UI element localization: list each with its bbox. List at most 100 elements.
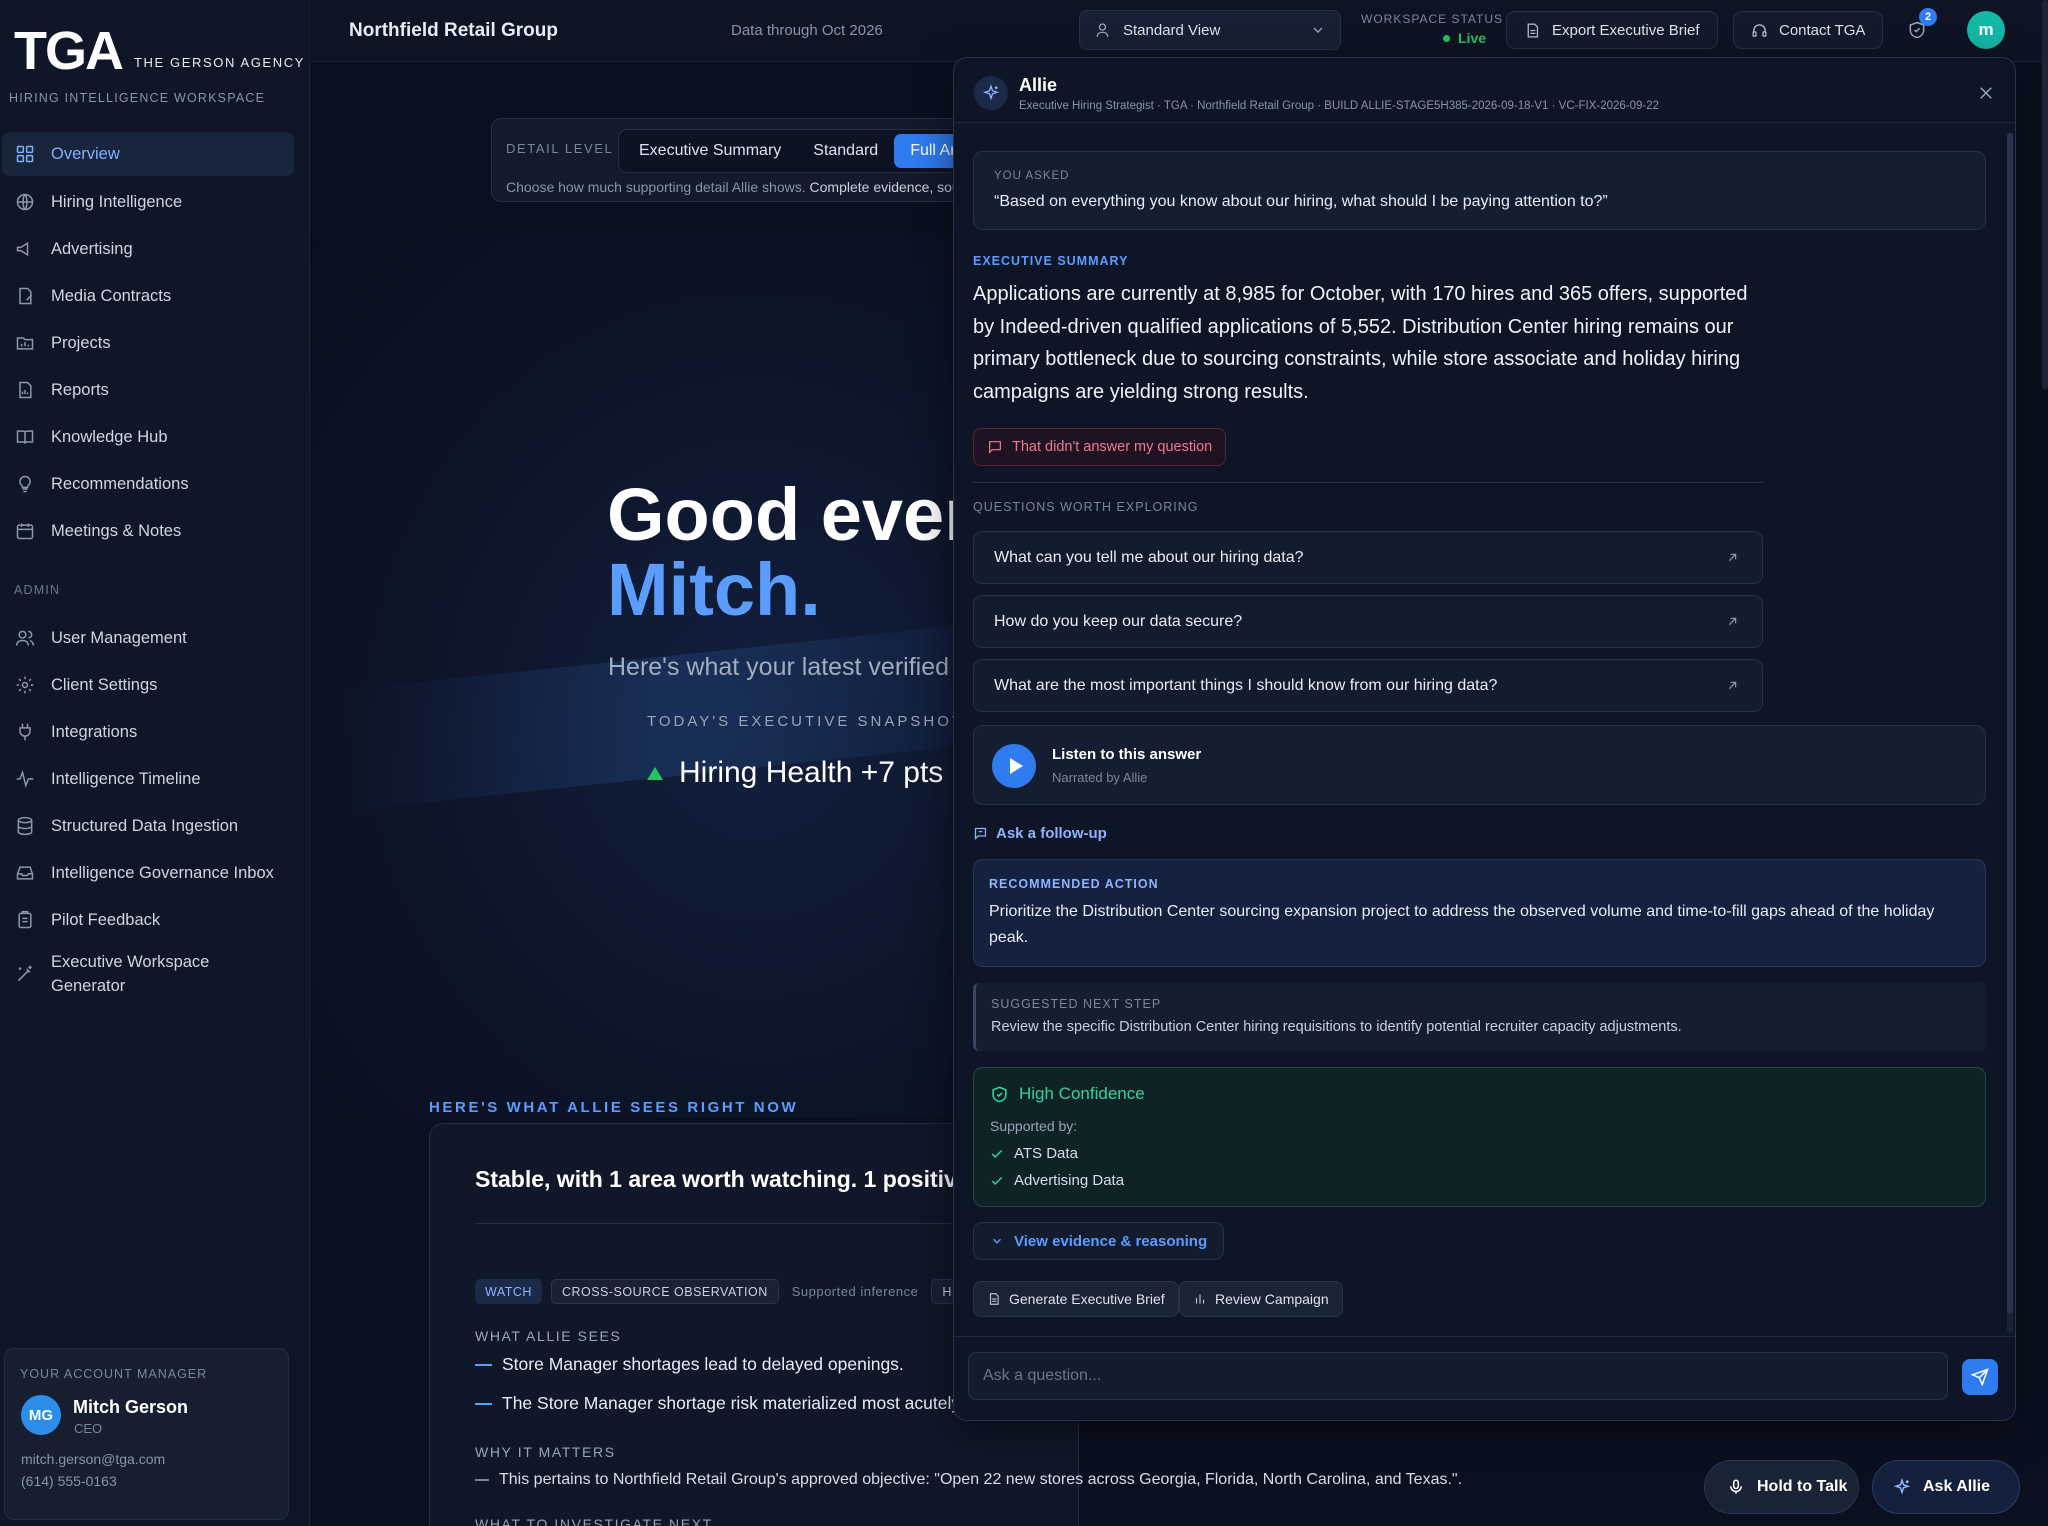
recommended-action-card: RECOMMENDED ACTION Prioritize the Distri… [973, 859, 1986, 967]
users-icon [15, 630, 35, 646]
ask-composer [954, 1336, 2015, 1420]
sidebar-item-governance-inbox[interactable]: Intelligence Governance Inbox [2, 851, 294, 895]
suggested-question[interactable]: How do you keep our data secure? [973, 595, 1763, 648]
data-through: Data through Oct 2026 [731, 22, 883, 39]
view-selector[interactable]: Standard View [1079, 10, 1341, 50]
sidebar-item-projects[interactable]: Projects [2, 321, 294, 365]
workspace-status-label: WORKSPACE STATUS [1361, 12, 1504, 26]
view-evidence-button[interactable]: View evidence & reasoning [973, 1222, 1225, 1260]
sidebar-item-hiring-intelligence[interactable]: Hiring Intelligence [2, 180, 294, 224]
suggested-question[interactable]: What can you tell me about our hiring da… [973, 531, 1763, 584]
you-asked-question: “Based on everything you know about our … [994, 193, 1608, 210]
sidebar-item-label: Recommendations [51, 474, 189, 493]
sidebar-item-reports[interactable]: Reports [2, 368, 294, 412]
you-asked-label: YOU ASKED [994, 170, 1070, 182]
sidebar-item-structured-data-ingestion[interactable]: Structured Data Ingestion [2, 804, 294, 848]
play-button[interactable] [992, 744, 1036, 788]
suggested-question[interactable]: What are the most important things I sho… [973, 659, 1763, 712]
suggested-question-text: What can you tell me about our hiring da… [994, 548, 1304, 566]
sidebar-item-recommendations[interactable]: Recommendations [2, 462, 294, 506]
bar-chart-icon [1195, 1294, 1205, 1304]
next-step-label: SUGGESTED NEXT STEP [991, 997, 1162, 1011]
didnt-answer-button[interactable]: That didn't answer my question [973, 428, 1227, 466]
allie-name: Allie [1019, 75, 1058, 95]
ask-question-input[interactable] [968, 1352, 1948, 1400]
sidebar-item-user-management[interactable]: User Management [2, 616, 294, 660]
account-manager-email[interactable]: mitch.gerson@tga.com [21, 1451, 165, 1467]
sidebar-item-workspace-generator[interactable]: Executive Workspace Generator [2, 945, 294, 1003]
sidebar-item-advertising[interactable]: Advertising [2, 227, 294, 271]
user-avatar[interactable]: m [1967, 11, 2005, 49]
account-manager-name: Mitch Gerson [73, 1397, 189, 1417]
up-arrow-icon [647, 766, 663, 780]
sidebar-item-client-settings[interactable]: Client Settings [2, 663, 294, 707]
executive-summary-label: EXECUTIVE SUMMARY [973, 254, 1129, 268]
export-brief-button[interactable]: Export Executive Brief [1506, 11, 1718, 49]
lightbulb-icon [19, 475, 31, 493]
arrow-up-right-icon [1728, 617, 1737, 626]
scrollbar-thumb[interactable] [2007, 133, 2013, 1313]
confidence-level: High Confidence [1019, 1084, 1145, 1103]
send-button[interactable] [1962, 1359, 1998, 1395]
hiring-health-text: Hiring Health +7 pts [679, 756, 944, 789]
microphone-icon [1730, 1479, 1742, 1494]
hold-to-talk-button[interactable]: Hold to Talk [1704, 1460, 1859, 1514]
database-icon [17, 816, 33, 836]
sidebar-item-pilot-feedback[interactable]: Pilot Feedback [2, 898, 294, 942]
document-icon [1527, 22, 1539, 38]
inbox-icon [16, 866, 34, 880]
suggested-question-text: How do you keep our data secure? [994, 612, 1243, 630]
contact-tga-button[interactable]: Contact TGA [1733, 11, 1884, 49]
ask-allie-button[interactable]: Ask Allie [1872, 1460, 2020, 1514]
tga-logo[interactable]: TGA THE GERSON AGENCY [14, 24, 305, 78]
workspace-subtitle: HIRING INTELLIGENCE WORKSPACE [9, 91, 266, 105]
shield-check-icon [992, 1086, 1007, 1102]
chevron-down-icon [1313, 27, 1323, 33]
why-it-matters-label: WHY IT MATTERS [475, 1444, 616, 1460]
detail-level-label: DETAIL LEVEL [506, 141, 614, 156]
person-icon [1096, 23, 1109, 37]
divider [973, 482, 1763, 483]
generate-brief-button[interactable]: Generate Executive Brief [973, 1281, 1179, 1317]
supported-by-label: Supported by: [990, 1118, 1078, 1134]
message-icon [989, 441, 1001, 454]
detail-desc-text: Choose how much supporting detail Allie … [506, 179, 810, 195]
review-campaign-button[interactable]: Review Campaign [1179, 1281, 1343, 1317]
panel-scrollbar[interactable] [2007, 133, 2013, 1333]
headset-icon [1752, 23, 1767, 37]
sidebar-item-label: User Management [51, 628, 187, 647]
document-icon [989, 1293, 999, 1305]
why-it-matters-text: This pertains to Northfield Retail Group… [475, 1471, 1462, 1489]
greeting: Good even [607, 473, 990, 556]
sidebar-item-intelligence-timeline[interactable]: Intelligence Timeline [2, 757, 294, 801]
allie-header: Allie Executive Hiring Strategist · TGA … [954, 58, 2015, 123]
export-brief-label: Export Executive Brief [1552, 21, 1700, 39]
detail-option-standard[interactable]: Standard [797, 134, 894, 168]
bullet-dash [475, 1402, 492, 1405]
detail-option-executive[interactable]: Executive Summary [623, 134, 797, 168]
sidebar-item-media-contracts[interactable]: Media Contracts [2, 274, 294, 318]
chevron-down-icon [992, 1238, 1002, 1244]
bullet-text: Store Manager shortages lead to delayed … [502, 1354, 904, 1374]
bullet-dash [475, 1363, 492, 1366]
grid-icon [16, 145, 34, 163]
sidebar-item-meetings-notes[interactable]: Meetings & Notes [2, 509, 294, 553]
sidebar: TGA THE GERSON AGENCY HIRING INTELLIGENC… [0, 0, 310, 1526]
tag-cross-source: CROSS-SOURCE OBSERVATION [550, 1279, 779, 1304]
didnt-answer-label: That didn't answer my question [1012, 439, 1213, 455]
status-text: Live [1458, 30, 1487, 46]
chat-icon [974, 827, 987, 841]
close-icon[interactable] [1977, 84, 1995, 102]
send-icon [1971, 1368, 1989, 1386]
listen-subtitle: Narrated by Allie [1052, 770, 1148, 785]
next-step-text: Review the specific Distribution Center … [991, 1019, 1682, 1035]
sidebar-item-knowledge-hub[interactable]: Knowledge Hub [2, 415, 294, 459]
ask-followup-link[interactable]: Ask a follow-up [973, 825, 1107, 842]
account-manager-card: YOUR ACCOUNT MANAGER MG Mitch Gerson CEO… [4, 1348, 289, 1520]
page-scrollbar[interactable] [2042, 0, 2048, 390]
account-manager-phone[interactable]: (614) 555-0163 [21, 1473, 117, 1489]
sidebar-item-label: Integrations [51, 722, 138, 741]
sidebar-item-integrations[interactable]: Integrations [2, 710, 294, 754]
sidebar-item-overview[interactable]: Overview [2, 132, 294, 176]
allie-sees-label: HERE'S WHAT ALLIE SEES RIGHT NOW [429, 1099, 799, 1116]
